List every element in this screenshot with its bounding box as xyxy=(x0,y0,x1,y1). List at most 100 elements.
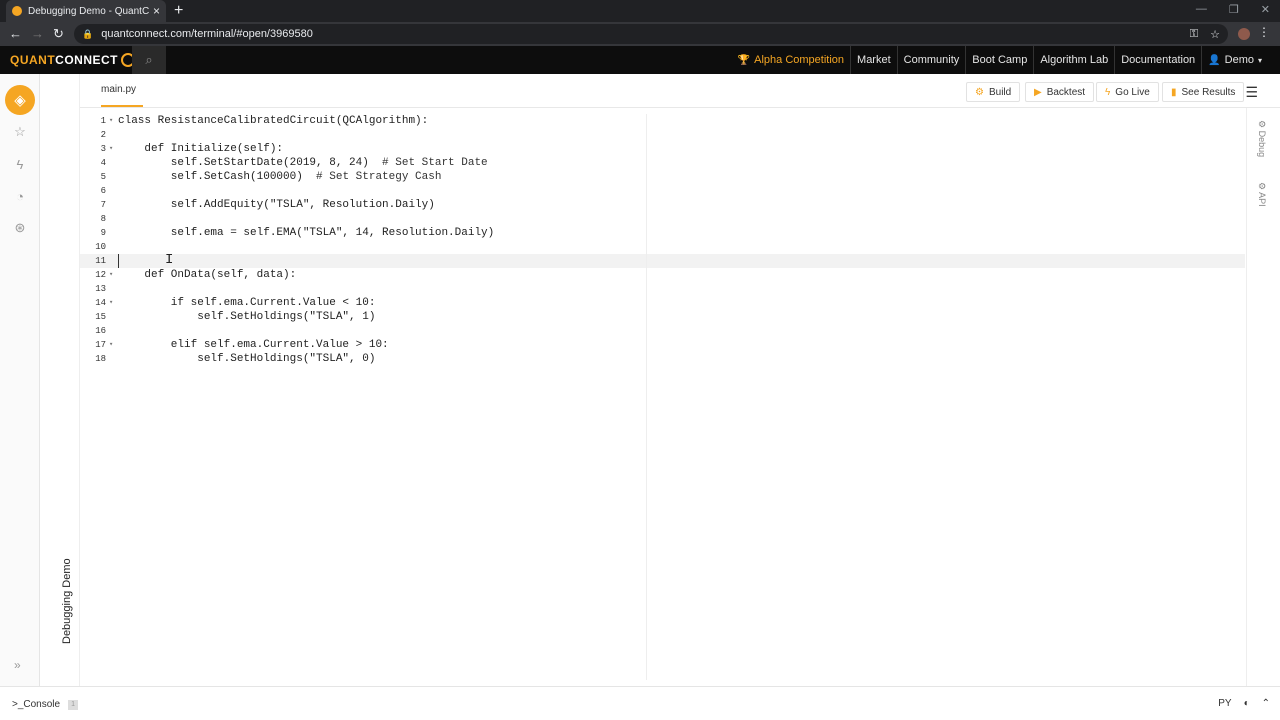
code-line: 17 ▾ elif self.ema.Current.Value > 10: xyxy=(80,338,1245,352)
nav-alpha-competition[interactable]: 🏆 Alpha Competition xyxy=(732,46,850,74)
code-line: 3 ▾ def Initialize(self): xyxy=(80,142,1245,156)
browser-address-bar: ← → ↻ 🔒 quantconnect.com/terminal/#open/… xyxy=(0,22,1280,46)
fold-arrow-icon[interactable]: ▾ xyxy=(109,142,113,156)
new-tab-icon[interactable]: + xyxy=(174,2,183,20)
backtest-button[interactable]: ▶ Backtest xyxy=(1025,82,1095,102)
forward-icon[interactable]: → xyxy=(31,25,44,43)
fold-arrow-icon[interactable]: ▾ xyxy=(109,338,113,352)
chart-circle-icon[interactable]: ◔ xyxy=(10,186,30,206)
fold-arrow-icon[interactable]: ▾ xyxy=(109,114,113,128)
search-button[interactable]: ⌕ xyxy=(132,46,166,74)
nav-community[interactable]: Community xyxy=(896,46,966,74)
line-number: 2 xyxy=(100,130,106,140)
code-comment: # Set Start Date xyxy=(368,157,488,169)
line-number: 11 xyxy=(95,256,106,266)
build-button[interactable]: ⚙ Build xyxy=(966,82,1021,102)
bars-icon: ▮ xyxy=(1171,86,1177,98)
hamburger-menu-icon[interactable]: ☰ xyxy=(1245,84,1258,101)
code-text: self.SetHoldings("TSLA", 1) xyxy=(118,311,376,323)
language-indicator[interactable]: PY xyxy=(1218,698,1231,709)
code-text: self.SetStartDate(2019, 8, 24) # Set Sta… xyxy=(118,156,488,170)
line-number: 8 xyxy=(100,214,106,224)
projects-layers-icon[interactable]: ◈ xyxy=(5,85,35,115)
play-icon: ▶ xyxy=(1034,86,1042,98)
gears-icon: ⚙ xyxy=(975,86,984,98)
api-tab[interactable]: ⚙ API xyxy=(1256,182,1267,207)
minimize-icon[interactable]: — xyxy=(1196,3,1207,16)
text-cursor xyxy=(118,254,119,268)
fold-arrow-icon[interactable]: ▾ xyxy=(109,296,113,310)
debug-tab[interactable]: ⚙ Debug xyxy=(1256,120,1267,157)
extension-avatar-icon[interactable] xyxy=(1238,28,1250,40)
mouse-ibeam-cursor-icon: I xyxy=(165,252,174,268)
code-line: 10 xyxy=(80,240,1245,254)
code-line: 18 self.SetHoldings("TSLA", 0) xyxy=(80,352,1245,366)
collapse-up-icon[interactable]: ⌃ xyxy=(1262,698,1270,709)
support-lifebuoy-icon[interactable]: ⊛ xyxy=(10,218,30,238)
browser-menu-icon[interactable]: ⋮ xyxy=(1258,25,1270,39)
window-controls: — ❐ ✕ xyxy=(1196,3,1270,16)
code-text: elif self.ema.Current.Value > 10: xyxy=(118,339,389,351)
line-number: 5 xyxy=(100,172,106,182)
browser-tab[interactable]: Debugging Demo - QuantConn × xyxy=(6,0,166,22)
left-rail: ◈ ☆ ϟ ◔ ⊛ » xyxy=(0,74,40,686)
nav-user-menu[interactable]: 👤 Demo ▾ xyxy=(1201,46,1280,74)
quantconnect-logo[interactable]: QUANT CONNECT xyxy=(10,53,136,67)
line-number: 13 xyxy=(95,284,106,294)
nav-boot-camp[interactable]: Boot Camp xyxy=(965,46,1033,74)
browser-tab-title: Debugging Demo - QuantConn xyxy=(28,5,149,17)
build-label: Build xyxy=(988,86,1012,98)
reload-icon[interactable]: ↻ xyxy=(53,25,64,43)
trophy-icon: 🏆 xyxy=(737,54,751,66)
theme-contrast-icon[interactable]: ◐ xyxy=(1244,698,1250,709)
code-editor[interactable]: 1 ▾ class ResistanceCalibratedCircuit(QCAl… xyxy=(80,114,1245,674)
code-line: 6 xyxy=(80,184,1245,198)
code-comment: # Set Strategy Cash xyxy=(302,171,442,183)
nav-label: Documentation xyxy=(1121,54,1196,66)
backtest-label: Backtest xyxy=(1046,86,1086,98)
go-live-button[interactable]: ϟ Go Live xyxy=(1096,82,1159,102)
close-tab-icon[interactable]: × xyxy=(153,4,160,18)
line-number: 7 xyxy=(100,200,106,210)
file-tab-main-py[interactable]: main.py xyxy=(101,84,136,95)
line-number: 10 xyxy=(95,242,106,252)
code-text: self.SetHoldings("TSLA", 0) xyxy=(118,353,376,365)
api-tab-label: API xyxy=(1257,192,1267,207)
see-results-button[interactable]: ▮ See Results xyxy=(1162,82,1245,102)
nav-label: Demo xyxy=(1224,54,1254,66)
code-line: 2 xyxy=(80,128,1245,142)
line-number: 18 xyxy=(95,354,106,364)
expand-panel-icon[interactable]: » xyxy=(14,658,21,672)
fold-arrow-icon[interactable]: ▾ xyxy=(109,268,113,282)
nav-label: Market xyxy=(857,54,891,66)
see-results-label: See Results xyxy=(1181,86,1236,98)
nav-algorithm-lab[interactable]: Algorithm Lab xyxy=(1033,46,1114,74)
close-window-icon[interactable]: ✕ xyxy=(1261,3,1270,16)
debug-tab-label: Debug xyxy=(1257,130,1267,158)
code-text: self.SetCash(100000) # Set Strategy Cash xyxy=(118,170,442,184)
gear-icon: ⚙ xyxy=(1257,182,1267,193)
code-line: 9 self.ema = self.EMA("TSLA", 14, Resolu… xyxy=(80,226,1245,240)
bookmark-star-icon[interactable]: ☆ xyxy=(1210,28,1220,41)
nav-market[interactable]: Market xyxy=(850,46,897,74)
star-icon[interactable]: ☆ xyxy=(10,122,30,142)
print-margin-line xyxy=(646,114,647,680)
restore-icon[interactable]: ❐ xyxy=(1229,3,1239,16)
nav-label: Alpha Competition xyxy=(754,54,845,66)
code-line: 1 ▾ class ResistanceCalibratedCircuit(QCAl… xyxy=(80,114,1245,128)
bolt-icon[interactable]: ϟ xyxy=(10,154,30,174)
browser-tab-bar: Debugging Demo - QuantConn × + — ❐ ✕ xyxy=(0,0,1280,22)
back-icon[interactable]: ← xyxy=(9,25,22,43)
code-line: 15 self.SetHoldings("TSLA", 1) xyxy=(80,310,1245,324)
console-count-badge: 1 xyxy=(68,699,79,710)
code-line: 14 ▾ if self.ema.Current.Value < 10: xyxy=(80,296,1245,310)
console-toggle[interactable]: >_Console 1 xyxy=(12,699,79,710)
chevron-down-icon: ▾ xyxy=(1257,55,1262,65)
url-field[interactable]: 🔒 quantconnect.com/terminal/#open/396958… xyxy=(74,24,1228,44)
top-navigation: 🏆 Alpha Competition Market Community Boot… xyxy=(732,46,1280,74)
bottom-right-controls: PY ◐ ⌃ xyxy=(1218,698,1270,709)
code-segment: self.SetStartDate(2019, 8, 24) xyxy=(118,157,369,169)
code-line: 13 xyxy=(80,282,1245,296)
nav-documentation[interactable]: Documentation xyxy=(1114,46,1201,74)
key-icon[interactable]: ⚿ xyxy=(1190,28,1198,41)
